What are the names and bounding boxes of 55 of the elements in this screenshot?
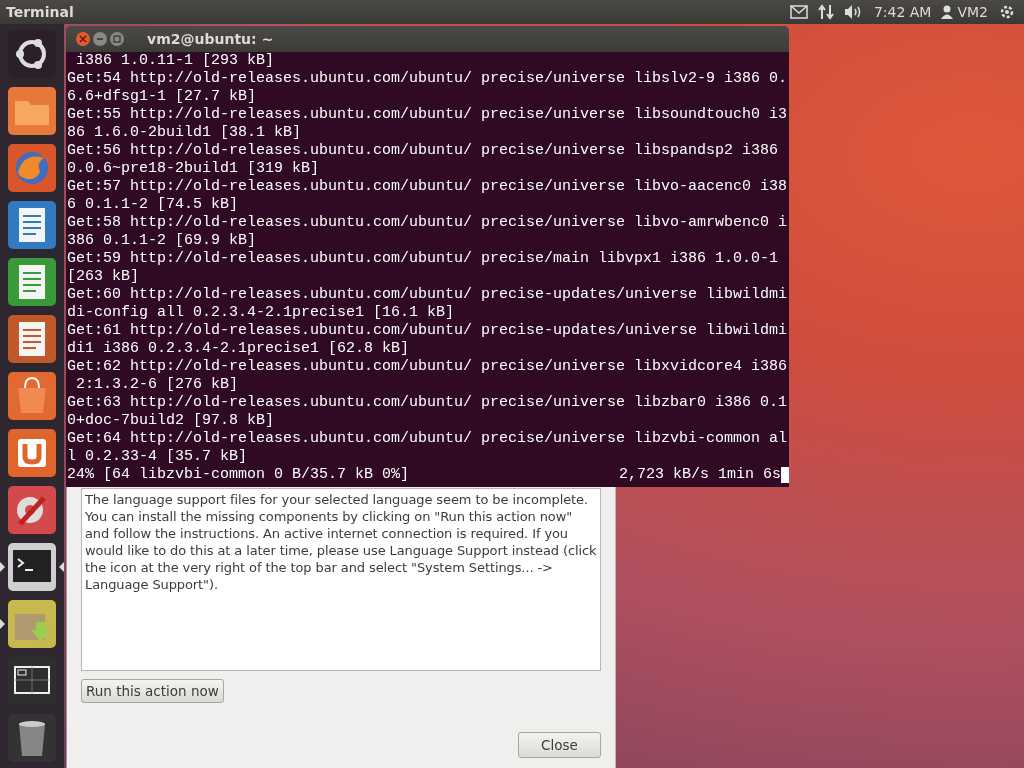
download-rate: 2,723 kB/s 1min 6s — [618, 466, 781, 484]
workspace-icon[interactable] — [6, 655, 58, 707]
app-icon[interactable] — [6, 256, 58, 308]
ubuntu-logo-icon[interactable] — [6, 28, 58, 80]
trash-icon[interactable] — [6, 712, 58, 764]
terminal-line: Get:60 http://old-releases.ubuntu.com/ubuntu/ precise-updates/universe libwildmi — [67, 286, 788, 304]
maximize-button[interactable] — [110, 32, 124, 46]
run-action-button[interactable]: Run this action now — [81, 679, 224, 703]
terminal-line: 0+doc-7build2 [97.8 kB] — [67, 412, 275, 430]
terminal-line: di-config all 0.2.3.4-2.1precise1 [16.1 kB] — [67, 304, 455, 322]
terminal-line: Get:57 http://old-releases.ubuntu.com/ubuntu/ precise/universe libvo-aacenc0 i38 — [67, 178, 788, 196]
app-icon[interactable] — [6, 313, 58, 365]
terminal-line: Get:58 http://old-releases.ubuntu.com/ubuntu/ precise/universe libvo-amrwbenc0 i — [67, 214, 788, 232]
terminal-line: 86 1.6.0-2build1 [38.1 kB] — [67, 124, 302, 142]
maximize-icon — [113, 35, 121, 43]
close-icon — [79, 35, 87, 43]
progress-text: 24% [64 libzvbi-common 0 B/35.7 kB 0%] — [67, 466, 410, 484]
package-icon[interactable] — [6, 598, 58, 650]
minimize-icon — [96, 35, 104, 43]
terminal-line: 2:1.3.2-6 [276 kB] — [75, 376, 239, 394]
clock[interactable]: 7:42 AM — [873, 4, 932, 20]
message-text: The language support files for your selected language seem to be incomplete. You can install the missing components by clicking on "Run this action now" and follow the instructions. An active internet connection is required. If you would like to do this at a later time, please use Language Support instead (click the icon at the very right of the top bar and select "System Settings... -> Language Support"). — [85, 491, 597, 593]
network-icon[interactable] — [817, 4, 834, 20]
terminal-line: Get:54 http://old-releases.ubuntu.com/ubuntu/ precise/universe libslv2-9 i386 0. — [67, 70, 788, 88]
terminal-line: 6.6+dfsg1-1 [27.7 kB] — [67, 88, 257, 106]
mail-icon[interactable] — [789, 5, 808, 19]
app-icon[interactable] — [6, 427, 58, 479]
window-title: vm2@ubuntu: ~ — [147, 31, 274, 47]
user-name[interactable]: VM2 — [957, 4, 988, 20]
terminal-line: Get:56 http://old-releases.ubuntu.com/ubuntu/ precise/universe libspandsp2 i386 — [67, 142, 779, 160]
terminal-icon[interactable] — [6, 541, 58, 593]
terminal-line: l 0.2.33-4 [35.7 kB] — [67, 448, 248, 466]
user-icon[interactable] — [941, 5, 954, 19]
close-button[interactable]: Close — [518, 732, 601, 758]
terminal-line: Get:62 http://old-releases.ubuntu.com/ubuntu/ precise/universe libxvidcore4 i386 — [67, 358, 788, 376]
terminal-line: 6 0.1.1-2 [74.5 kB] — [67, 196, 239, 214]
folder-icon[interactable] — [6, 85, 58, 137]
terminal-line: Get:63 http://old-releases.ubuntu.com/ubuntu/ precise/universe libzbar0 i386 0.1 — [67, 394, 788, 412]
app-title: Terminal — [6, 4, 74, 20]
globe-icon[interactable] — [6, 142, 58, 194]
minimize-button[interactable] — [93, 32, 107, 46]
terminal-line: Get:64 http://old-releases.ubuntu.com/ubuntu/ precise/universe libzvbi-common al — [67, 430, 788, 448]
terminal-line: [263 kB] — [67, 268, 139, 286]
terminal-line: i386 1.0.11-1 [293 kB] — [75, 52, 275, 70]
app-icon[interactable] — [6, 370, 58, 422]
terminal-line: Get:59 http://old-releases.ubuntu.com/ubuntu/ precise/main libvpx1 i386 1.0.0-1 — [67, 250, 779, 268]
text-cursor — [781, 467, 789, 483]
terminal-line: 0.0.6~pre18-2build1 [319 kB] — [67, 160, 320, 178]
terminal-line: Get:61 http://old-releases.ubuntu.com/ubuntu/ precise-updates/universe libwildmi — [67, 322, 788, 340]
settings-icon[interactable] — [6, 484, 58, 536]
terminal-line: Get:55 http://old-releases.ubuntu.com/ubuntu/ precise/universe libsoundtouch0 i3 — [67, 106, 788, 124]
terminal-line: 386 0.1.1-2 [69.9 kB] — [67, 232, 257, 250]
close-button[interactable] — [76, 32, 90, 46]
terminal-line: di1 i386 0.2.3.4-2.1precise1 [62.8 kB] — [67, 340, 410, 358]
app-icon[interactable] — [6, 199, 58, 251]
